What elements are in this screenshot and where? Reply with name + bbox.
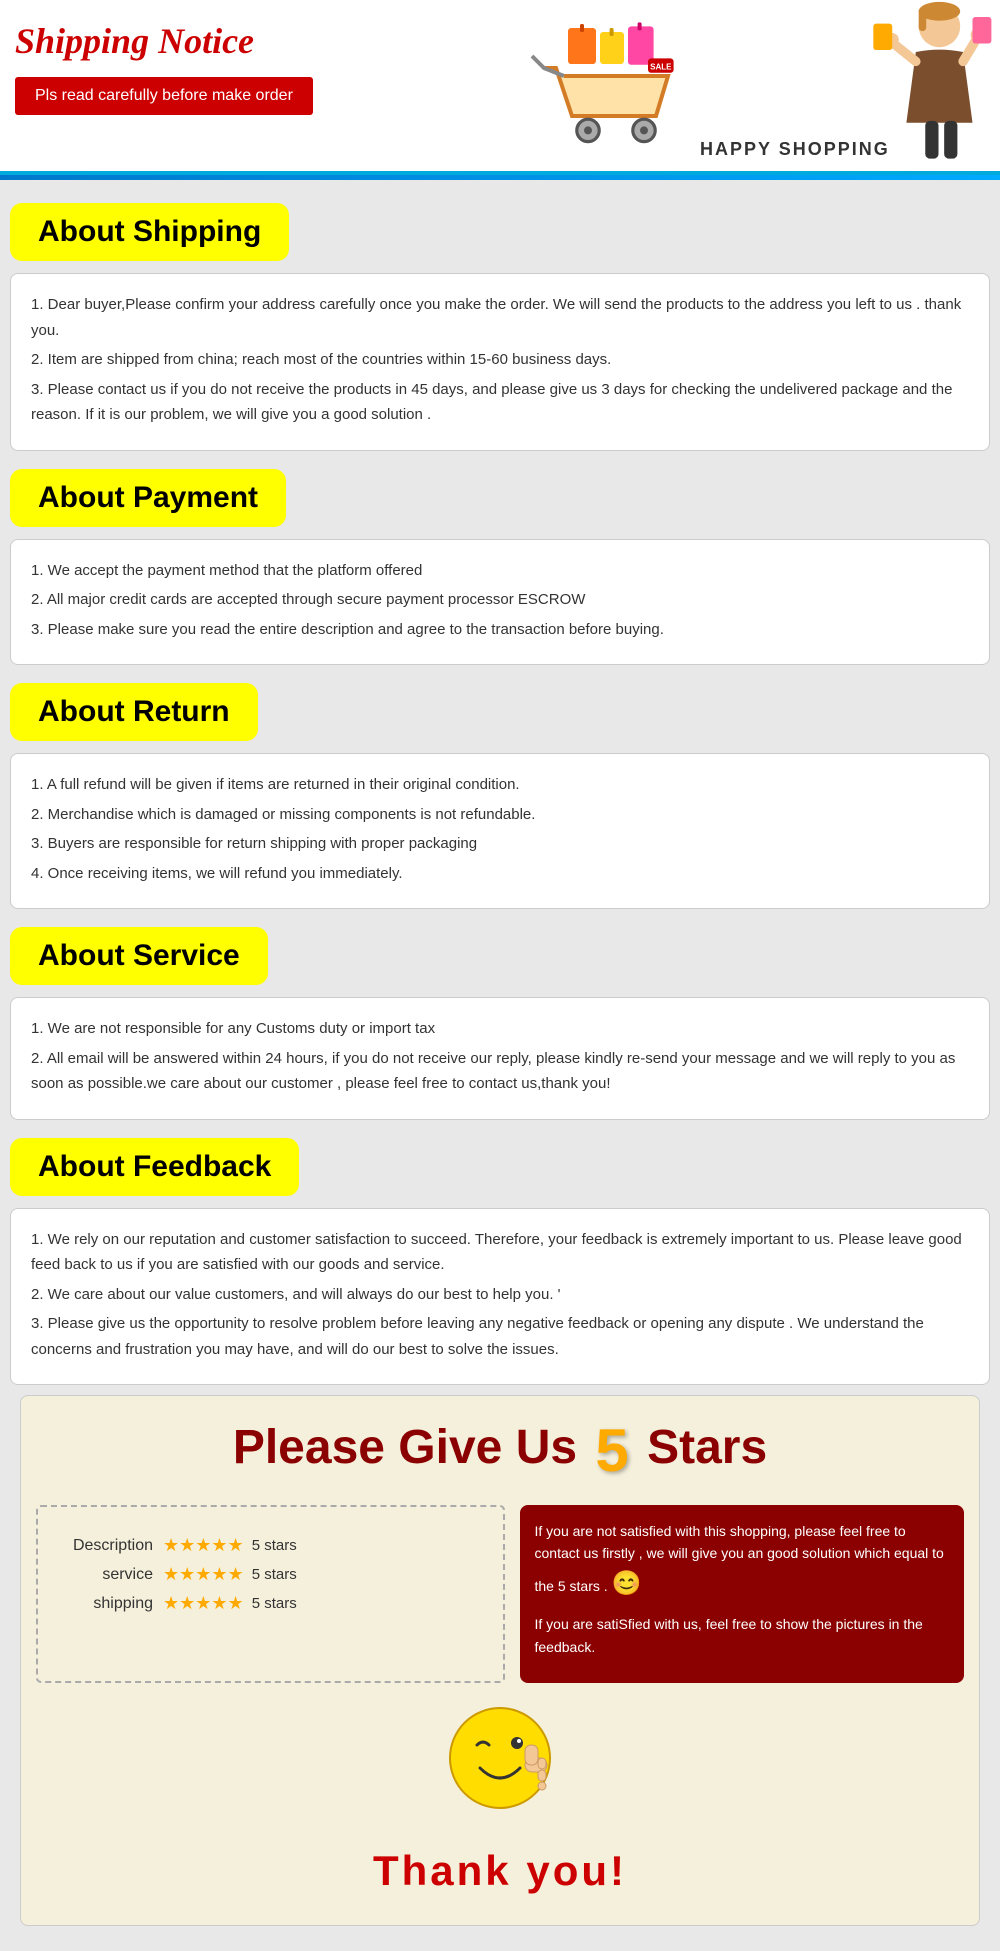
feedback-title: About Feedback: [38, 1150, 271, 1183]
person-icon: [865, 0, 995, 170]
list-item: 2. Item are shipped from china; reach mo…: [31, 347, 969, 373]
shipping-list: 1. Dear buyer,Please confirm your addres…: [31, 292, 969, 428]
give-us-stars-title: Please Give Us 5 Stars: [36, 1416, 964, 1485]
shipping-section: About Shipping 1. Dear buyer,Please conf…: [10, 195, 990, 451]
rating-label-description: Description: [63, 1537, 153, 1555]
list-item: 1. We are not responsible for any Custom…: [31, 1016, 969, 1042]
feedback-list: 1. We rely on our reputation and custome…: [31, 1227, 969, 1363]
list-item: 1. A full refund will be given if items …: [31, 772, 969, 798]
list-item: 2. All email will be answered within 24 …: [31, 1046, 969, 1097]
rating-label-shipping: shipping: [63, 1595, 153, 1613]
give-us-pre: Please Give Us: [233, 1421, 591, 1474]
svg-text:SALE: SALE: [650, 62, 672, 71]
list-item: 2. Merchandise which is damaged or missi…: [31, 802, 969, 828]
read-carefully-label: Pls read carefully before make order: [15, 77, 313, 115]
page-title: Shipping Notice: [15, 20, 313, 62]
service-title: About Service: [38, 939, 240, 972]
list-item: 3. Please make sure you read the entire …: [31, 617, 969, 643]
info-box: If you are not satisfied with this shopp…: [520, 1505, 965, 1683]
main-content: About Shipping 1. Dear buyer,Please conf…: [0, 180, 1000, 1951]
stars-count-shipping: 5 stars: [252, 1595, 297, 1612]
stars-count-service: 5 stars: [252, 1566, 297, 1583]
list-item: 2. All major credit cards are accepted t…: [31, 587, 969, 613]
payment-content-box: 1. We accept the payment method that the…: [10, 539, 990, 666]
service-section: About Service 1. We are not responsible …: [10, 919, 990, 1120]
shipping-content-box: 1. Dear buyer,Please confirm your addres…: [10, 273, 990, 451]
stars-count-description: 5 stars: [252, 1537, 297, 1554]
payment-title: About Payment: [38, 481, 258, 514]
rating-row-service: service ★★★★★ 5 stars: [63, 1564, 478, 1585]
info-text-1: If you are not satisfied with this shopp…: [535, 1520, 950, 1603]
header-visual: SALE HAPPY SHOPPING: [500, 0, 1000, 175]
payment-section: About Payment 1. We accept the payment m…: [10, 461, 990, 666]
thank-you-area: Thank you!: [36, 1703, 964, 1905]
thumbs-up-icon: [36, 1703, 964, 1837]
page-header: Shipping Notice Pls read carefully befor…: [0, 0, 1000, 175]
list-item: 1. We rely on our reputation and custome…: [31, 1227, 969, 1278]
stars-service: ★★★★★: [163, 1564, 244, 1585]
return-section: About Return 1. A full refund will be gi…: [10, 675, 990, 909]
shipping-title: About Shipping: [38, 215, 261, 248]
rating-label-service: service: [63, 1566, 153, 1584]
list-item: 3. Please contact us if you do not recei…: [31, 377, 969, 428]
return-title: About Return: [38, 695, 230, 728]
cart-icon: SALE: [520, 18, 680, 158]
list-item: 3. Buyers are responsible for return shi…: [31, 831, 969, 857]
payment-list: 1. We accept the payment method that the…: [31, 558, 969, 643]
list-item: 2. We care about our value customers, an…: [31, 1282, 969, 1308]
rating-section: Please Give Us 5 Stars Description ★★★★★…: [20, 1395, 980, 1926]
give-us-post: Stars: [634, 1421, 767, 1474]
happy-shopping-label: HAPPY SHOPPING: [700, 139, 890, 160]
shipping-badge: About Shipping: [10, 203, 289, 261]
stars-description: ★★★★★: [163, 1535, 244, 1556]
return-badge: About Return: [10, 683, 258, 741]
rating-table: Description ★★★★★ 5 stars service ★★★★★ …: [36, 1505, 505, 1683]
stars-shipping: ★★★★★: [163, 1593, 244, 1614]
payment-badge: About Payment: [10, 469, 286, 527]
smiley-icon: 😊: [612, 1570, 642, 1597]
thank-you-text: Thank you!: [36, 1847, 964, 1895]
service-badge: About Service: [10, 927, 268, 985]
feedback-badge: About Feedback: [10, 1138, 299, 1196]
winking-emoji-svg: [445, 1703, 555, 1813]
list-item: 3. Please give us the opportunity to res…: [31, 1311, 969, 1362]
return-content-box: 1. A full refund will be given if items …: [10, 753, 990, 909]
return-list: 1. A full refund will be given if items …: [31, 772, 969, 886]
five-number: 5: [595, 1417, 628, 1484]
list-item: 1. We accept the payment method that the…: [31, 558, 969, 584]
list-item: 4. Once receiving items, we will refund …: [31, 861, 969, 887]
rating-row-description: Description ★★★★★ 5 stars: [63, 1535, 478, 1556]
list-item: 1. Dear buyer,Please confirm your addres…: [31, 292, 969, 343]
rating-row-shipping: shipping ★★★★★ 5 stars: [63, 1593, 478, 1614]
info-text-2: If you are satiSfied with us, feel free …: [535, 1613, 950, 1658]
rating-lower-area: Description ★★★★★ 5 stars service ★★★★★ …: [36, 1505, 964, 1683]
feedback-section: About Feedback 1. We rely on our reputat…: [10, 1130, 990, 1386]
service-content-box: 1. We are not responsible for any Custom…: [10, 997, 990, 1120]
feedback-content-box: 1. We rely on our reputation and custome…: [10, 1208, 990, 1386]
header-left: Shipping Notice Pls read carefully befor…: [0, 0, 328, 135]
service-list: 1. We are not responsible for any Custom…: [31, 1016, 969, 1097]
